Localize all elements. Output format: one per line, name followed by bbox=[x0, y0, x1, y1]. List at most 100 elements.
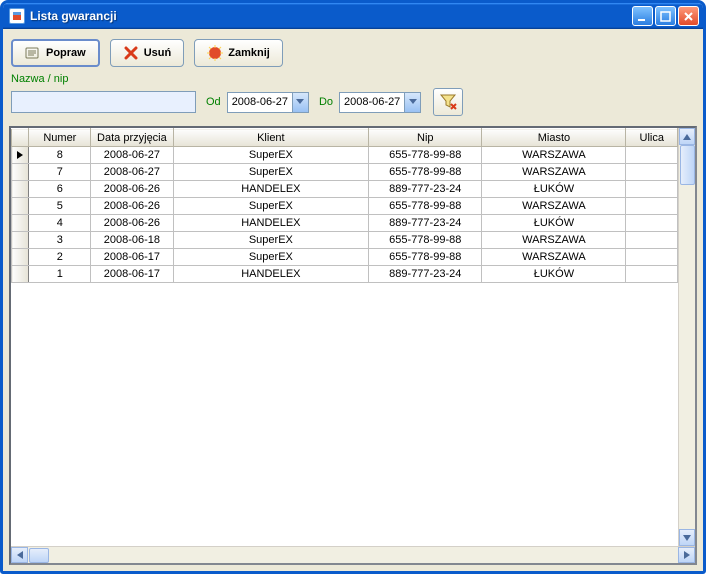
cell-nip[interactable]: 655-778-99-88 bbox=[369, 232, 482, 249]
table-row[interactable]: 22008-06-17SuperEX655-778-99-88WARSZAWA bbox=[12, 249, 678, 266]
cell-miasto[interactable]: ŁUKÓW bbox=[482, 215, 626, 232]
scroll-right-arrow[interactable] bbox=[678, 547, 695, 563]
cell-numer[interactable]: 1 bbox=[29, 266, 91, 283]
cell-klient[interactable]: SuperEX bbox=[173, 249, 369, 266]
cell-data[interactable]: 2008-06-26 bbox=[91, 181, 173, 198]
row-marker[interactable] bbox=[12, 266, 29, 283]
to-date-value: 2008-06-27 bbox=[340, 96, 404, 108]
cell-ulica[interactable] bbox=[626, 181, 678, 198]
cell-miasto[interactable]: WARSZAWA bbox=[482, 232, 626, 249]
cell-ulica[interactable] bbox=[626, 266, 678, 283]
horizontal-scrollbar[interactable] bbox=[11, 546, 695, 563]
cell-nip[interactable]: 655-778-99-88 bbox=[369, 249, 482, 266]
cell-numer[interactable]: 2 bbox=[29, 249, 91, 266]
name-filter-input[interactable] bbox=[11, 91, 196, 113]
row-marker[interactable] bbox=[12, 164, 29, 181]
row-marker[interactable] bbox=[12, 232, 29, 249]
scroll-up-arrow[interactable] bbox=[679, 128, 695, 145]
cell-numer[interactable]: 7 bbox=[29, 164, 91, 181]
scroll-thumb[interactable] bbox=[680, 145, 695, 185]
toolbar: Popraw Usuń Zamknij bbox=[3, 29, 703, 71]
column-header-miasto[interactable]: Miasto bbox=[482, 129, 626, 147]
column-header-data[interactable]: Data przyjęcia bbox=[91, 129, 173, 147]
cell-data[interactable]: 2008-06-18 bbox=[91, 232, 173, 249]
from-date-select[interactable]: 2008-06-27 bbox=[227, 92, 309, 113]
cell-data[interactable]: 2008-06-26 bbox=[91, 215, 173, 232]
delete-button[interactable]: Usuń bbox=[110, 39, 185, 67]
cell-ulica[interactable] bbox=[626, 147, 678, 164]
edit-button[interactable]: Popraw bbox=[11, 39, 100, 67]
cell-nip[interactable]: 889-777-23-24 bbox=[369, 215, 482, 232]
cell-miasto[interactable]: WARSZAWA bbox=[482, 164, 626, 181]
column-header-ulica[interactable]: Ulica bbox=[626, 129, 678, 147]
delete-button-label: Usuń bbox=[144, 47, 172, 59]
name-filter-label: Nazwa / nip bbox=[11, 73, 695, 85]
column-header-klient[interactable]: Klient bbox=[173, 129, 369, 147]
row-marker[interactable] bbox=[12, 215, 29, 232]
column-header-nip[interactable]: Nip bbox=[369, 129, 482, 147]
to-date-select[interactable]: 2008-06-27 bbox=[339, 92, 421, 113]
scroll-thumb-h[interactable] bbox=[29, 548, 49, 563]
scroll-left-arrow[interactable] bbox=[11, 547, 28, 563]
cell-data[interactable]: 2008-06-27 bbox=[91, 147, 173, 164]
cell-ulica[interactable] bbox=[626, 249, 678, 266]
cell-klient[interactable]: SuperEX bbox=[173, 198, 369, 215]
cell-ulica[interactable] bbox=[626, 215, 678, 232]
cell-klient[interactable]: SuperEX bbox=[173, 147, 369, 164]
to-label: Do bbox=[319, 96, 333, 108]
table-row[interactable]: 72008-06-27SuperEX655-778-99-88WARSZAWA bbox=[12, 164, 678, 181]
row-marker[interactable] bbox=[12, 249, 29, 266]
cell-nip[interactable]: 889-777-23-24 bbox=[369, 181, 482, 198]
edit-icon bbox=[25, 45, 41, 61]
cell-numer[interactable]: 6 bbox=[29, 181, 91, 198]
row-marker[interactable] bbox=[12, 181, 29, 198]
app-window: Lista gwarancji Popraw Usuń bbox=[0, 0, 706, 574]
column-header-numer[interactable]: Numer bbox=[29, 129, 91, 147]
cell-nip[interactable]: 655-778-99-88 bbox=[369, 198, 482, 215]
chevron-down-icon bbox=[292, 93, 308, 112]
cell-nip[interactable]: 655-778-99-88 bbox=[369, 147, 482, 164]
cell-klient[interactable]: HANDELEX bbox=[173, 266, 369, 283]
scroll-down-arrow[interactable] bbox=[679, 529, 695, 546]
cell-miasto[interactable]: WARSZAWA bbox=[482, 147, 626, 164]
table-row[interactable]: 82008-06-27SuperEX655-778-99-88WARSZAWA bbox=[12, 147, 678, 164]
cell-miasto[interactable]: WARSZAWA bbox=[482, 198, 626, 215]
cell-ulica[interactable] bbox=[626, 198, 678, 215]
delete-icon bbox=[123, 45, 139, 61]
data-grid: Numer Data przyjęcia Klient Nip Miasto U… bbox=[9, 126, 697, 565]
clear-filter-button[interactable] bbox=[433, 88, 463, 116]
cell-numer[interactable]: 4 bbox=[29, 215, 91, 232]
maximize-button[interactable] bbox=[655, 6, 676, 26]
cell-data[interactable]: 2008-06-17 bbox=[91, 266, 173, 283]
cell-numer[interactable]: 8 bbox=[29, 147, 91, 164]
cell-numer[interactable]: 3 bbox=[29, 232, 91, 249]
minimize-button[interactable] bbox=[632, 6, 653, 26]
vertical-scrollbar[interactable] bbox=[678, 128, 695, 546]
row-marker[interactable] bbox=[12, 198, 29, 215]
edit-button-label: Popraw bbox=[46, 47, 86, 59]
cell-data[interactable]: 2008-06-26 bbox=[91, 198, 173, 215]
cell-nip[interactable]: 889-777-23-24 bbox=[369, 266, 482, 283]
close-window-button[interactable] bbox=[678, 6, 699, 26]
close-button[interactable]: Zamknij bbox=[194, 39, 283, 67]
table-row[interactable]: 12008-06-17HANDELEX889-777-23-24ŁUKÓW bbox=[12, 266, 678, 283]
cell-miasto[interactable]: ŁUKÓW bbox=[482, 266, 626, 283]
table-row[interactable]: 42008-06-26HANDELEX889-777-23-24ŁUKÓW bbox=[12, 215, 678, 232]
table-row[interactable]: 32008-06-18SuperEX655-778-99-88WARSZAWA bbox=[12, 232, 678, 249]
cell-nip[interactable]: 655-778-99-88 bbox=[369, 164, 482, 181]
cell-klient[interactable]: SuperEX bbox=[173, 232, 369, 249]
header-row: Numer Data przyjęcia Klient Nip Miasto U… bbox=[12, 129, 678, 147]
table-row[interactable]: 62008-06-26HANDELEX889-777-23-24ŁUKÓW bbox=[12, 181, 678, 198]
cell-klient[interactable]: SuperEX bbox=[173, 164, 369, 181]
cell-ulica[interactable] bbox=[626, 232, 678, 249]
cell-klient[interactable]: HANDELEX bbox=[173, 181, 369, 198]
cell-data[interactable]: 2008-06-17 bbox=[91, 249, 173, 266]
cell-data[interactable]: 2008-06-27 bbox=[91, 164, 173, 181]
cell-numer[interactable]: 5 bbox=[29, 198, 91, 215]
table-row[interactable]: 52008-06-26SuperEX655-778-99-88WARSZAWA bbox=[12, 198, 678, 215]
cell-miasto[interactable]: WARSZAWA bbox=[482, 249, 626, 266]
cell-ulica[interactable] bbox=[626, 164, 678, 181]
cell-klient[interactable]: HANDELEX bbox=[173, 215, 369, 232]
row-marker[interactable] bbox=[12, 147, 29, 164]
cell-miasto[interactable]: ŁUKÓW bbox=[482, 181, 626, 198]
